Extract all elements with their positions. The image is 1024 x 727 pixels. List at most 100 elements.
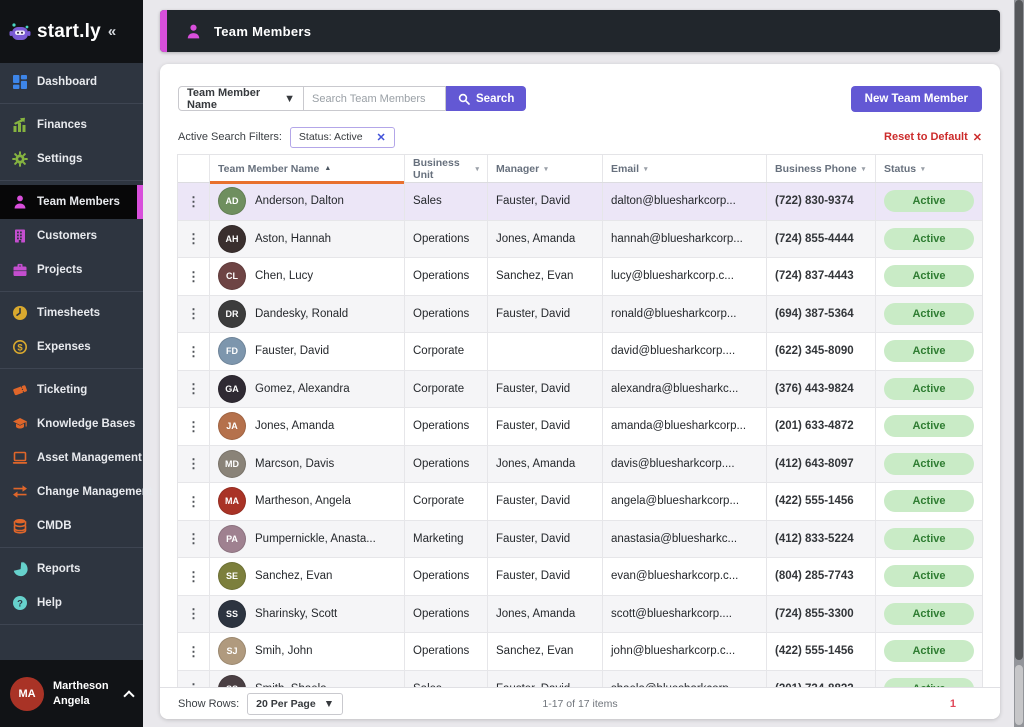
email-cell: alexandra@bluesharkc... — [602, 370, 766, 407]
user-menu[interactable]: MA Martheson Angela — [0, 660, 143, 727]
new-team-member-button[interactable]: New Team Member — [850, 85, 982, 112]
phone-cell: (201) 734-8822 — [766, 670, 875, 687]
sidebar-item-help[interactable]: ? Help — [0, 586, 143, 620]
page-header: Team Members — [160, 10, 1000, 52]
member-name: Smih, John — [255, 645, 313, 658]
avatar: MA — [218, 487, 246, 516]
asset-icon — [11, 450, 28, 467]
kebab-icon: ⋮ — [187, 456, 200, 472]
nav-divider — [0, 291, 143, 292]
column-header-email[interactable]: Email ▾ — [602, 155, 766, 182]
show-rows-label: Show Rows: — [178, 697, 240, 710]
email-cell: evan@bluesharkcorp.c... — [602, 558, 766, 595]
table-row[interactable]: ⋮ GA Gomez, Alexandra Corporate Fauster,… — [178, 370, 982, 408]
scrollbar-track-end — [1015, 665, 1023, 725]
sidebar-nav: Dashboard Finances Settings Team Members… — [0, 63, 153, 660]
member-name: Jones, Amanda — [255, 420, 335, 433]
table-row[interactable]: ⋮ FD Fauster, David Corporate david@blue… — [178, 333, 982, 371]
row-menu-button[interactable]: ⋮ — [178, 483, 209, 520]
member-name-cell: SJ Smih, John — [209, 633, 404, 670]
kebab-icon: ⋮ — [187, 268, 200, 284]
table-row[interactable]: ⋮ AD Anderson, Dalton Sales Fauster, Dav… — [178, 183, 982, 221]
sidebar-item-reports[interactable]: Reports — [0, 552, 143, 586]
table-row[interactable]: ⋮ MA Martheson, Angela Corporate Fauster… — [178, 483, 982, 521]
column-header-business-unit[interactable]: Business Unit ▾ — [404, 155, 487, 182]
page-number-1[interactable]: 1 — [950, 698, 956, 710]
sidebar-collapse-icon[interactable]: « — [108, 23, 116, 40]
status-badge: Active — [884, 227, 974, 250]
column-header-team-member-name[interactable]: Team Member Name ▲ — [209, 155, 404, 184]
phone-cell: (422) 555-1456 — [766, 633, 875, 670]
filter-chip-status-active[interactable]: Status: Active ✕ — [289, 126, 395, 148]
table-row[interactable]: ⋮ CL Chen, Lucy Operations Sanchez, Evan… — [178, 258, 982, 296]
avatar: DR — [218, 299, 246, 328]
table-row[interactable]: ⋮ SJ Smih, John Operations Sanchez, Evan… — [178, 633, 982, 671]
row-menu-button[interactable]: ⋮ — [178, 408, 209, 445]
status-cell: Active — [875, 408, 982, 445]
row-menu-button[interactable]: ⋮ — [178, 258, 209, 295]
sidebar-item-cmdb[interactable]: CMDB — [0, 509, 143, 543]
page-scrollbar[interactable] — [1014, 0, 1024, 727]
row-menu-button[interactable]: ⋮ — [178, 633, 209, 670]
row-menu-button[interactable]: ⋮ — [178, 296, 209, 333]
sidebar-item-settings[interactable]: Settings — [0, 142, 143, 176]
manager-cell: Jones, Amanda — [487, 445, 602, 482]
column-header-business-phone[interactable]: Business Phone ▾ — [766, 155, 875, 182]
row-menu-button[interactable]: ⋮ — [178, 221, 209, 258]
sidebar-item-dashboard[interactable]: Dashboard — [0, 65, 143, 99]
search-input[interactable] — [304, 86, 446, 111]
table-row[interactable]: ⋮ SS Smith, Shaela Sales Fauster, David … — [178, 670, 982, 687]
sidebar-item-customers[interactable]: Customers — [0, 219, 143, 253]
status-cell: Active — [875, 333, 982, 370]
sidebar-item-expenses[interactable]: $ Expenses — [0, 330, 143, 364]
column-header-status[interactable]: Status ▾ — [875, 155, 982, 182]
row-menu-button[interactable]: ⋮ — [178, 521, 209, 558]
page-size-select[interactable]: 20 Per Page ▼ — [247, 692, 344, 715]
search-button[interactable]: Search — [446, 86, 527, 111]
email-cell: dalton@bluesharkcorp... — [602, 183, 766, 220]
avatar: MD — [218, 449, 246, 478]
table-row[interactable]: ⋮ SE Sanchez, Evan Operations Fauster, D… — [178, 558, 982, 596]
avatar: AD — [218, 187, 246, 216]
sidebar-item-asset-management[interactable]: Asset Management — [0, 441, 143, 475]
table-row[interactable]: ⋮ DR Dandesky, Ronald Operations Fauster… — [178, 295, 982, 333]
reset-to-default-button[interactable]: Reset to Default ✕ — [884, 131, 982, 144]
sidebar-item-projects[interactable]: Projects — [0, 253, 143, 287]
sidebar-item-change-management[interactable]: Change Management — [0, 475, 153, 509]
row-menu-button[interactable]: ⋮ — [178, 333, 209, 370]
table-row[interactable]: ⋮ MD Marcson, Davis Operations Jones, Am… — [178, 445, 982, 483]
scrollbar-thumb[interactable] — [1015, 0, 1023, 660]
table-row[interactable]: ⋮ AH Aston, Hannah Operations Jones, Ama… — [178, 220, 982, 258]
kebab-icon: ⋮ — [187, 531, 200, 547]
column-header-manager[interactable]: Manager ▾ — [487, 155, 602, 182]
member-name: Chen, Lucy — [255, 270, 314, 283]
avatar: CL — [218, 262, 246, 291]
email-cell: hannah@bluesharkcorp... — [602, 220, 766, 257]
reset-close-icon: ✕ — [972, 131, 982, 144]
row-menu-button[interactable]: ⋮ — [178, 183, 209, 220]
search-field-select[interactable]: Team Member Name ▼ — [178, 86, 304, 111]
chip-close-icon[interactable]: ✕ — [377, 131, 386, 144]
table-row[interactable]: ⋮ JA Jones, Amanda Operations Fauster, D… — [178, 408, 982, 446]
member-name: Marcson, Davis — [255, 457, 335, 470]
active-filters-label: Active Search Filters: — [178, 131, 282, 143]
avatar: SS — [218, 599, 246, 628]
sidebar-item-timesheets[interactable]: Timesheets — [0, 296, 143, 330]
table-row[interactable]: ⋮ SS Sharinsky, Scott Operations Jones, … — [178, 595, 982, 633]
sidebar-item-finances[interactable]: Finances — [0, 108, 143, 142]
email-cell: scott@bluesharkcorp.... — [602, 595, 766, 632]
sidebar-item-knowledge-bases[interactable]: Knowledge Bases — [0, 407, 143, 441]
row-menu-button[interactable]: ⋮ — [178, 558, 209, 595]
manager-cell — [487, 333, 602, 370]
row-menu-button[interactable]: ⋮ — [178, 596, 209, 633]
timesheets-icon — [11, 305, 28, 322]
sidebar-item-team-members[interactable]: Team Members — [0, 185, 143, 219]
member-name: Pumpernickle, Anasta... — [255, 532, 376, 545]
kebab-icon: ⋮ — [187, 381, 200, 397]
row-menu-button[interactable]: ⋮ — [178, 446, 209, 483]
table-row[interactable]: ⋮ PA Pumpernickle, Anasta... Marketing F… — [178, 520, 982, 558]
row-menu-button[interactable]: ⋮ — [178, 671, 209, 687]
business-unit-cell: Operations — [404, 258, 487, 295]
row-menu-button[interactable]: ⋮ — [178, 371, 209, 408]
sidebar-item-ticketing[interactable]: Ticketing — [0, 373, 143, 407]
